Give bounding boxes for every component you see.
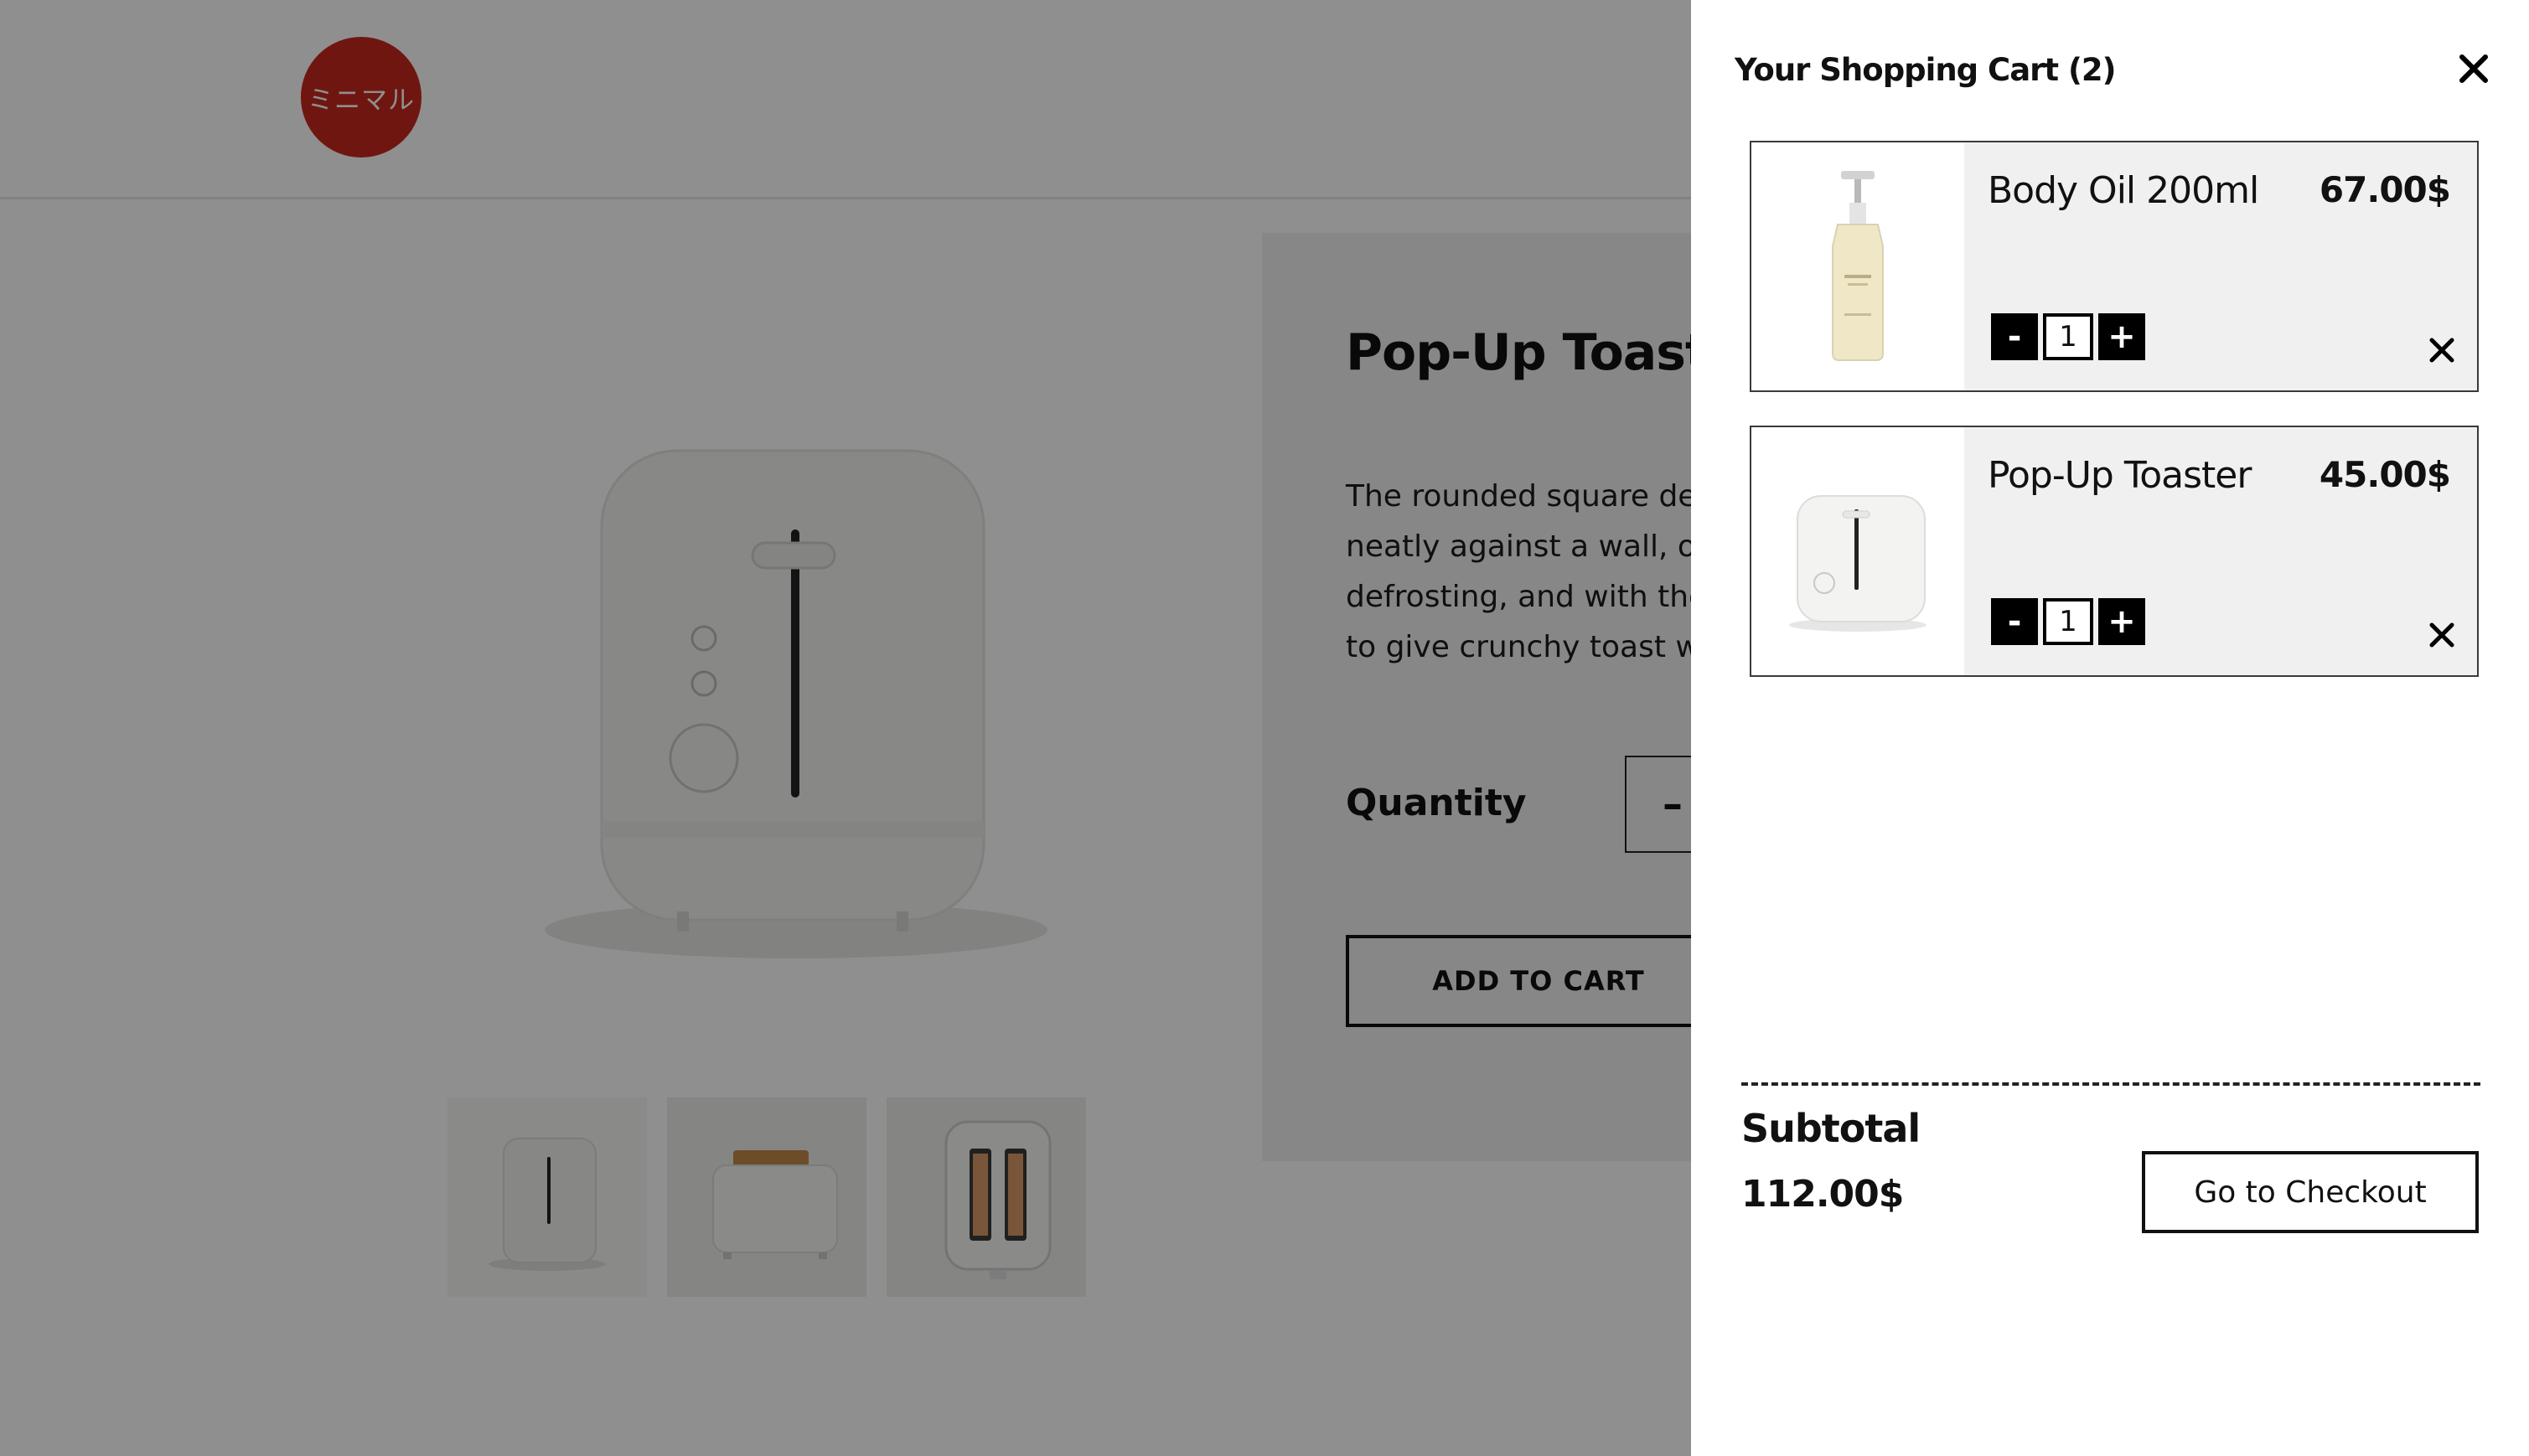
close-cart-button[interactable] xyxy=(2452,47,2495,90)
decrease-quantity-button[interactable]: - xyxy=(1991,313,2038,360)
subtotal-value: 112.00$ xyxy=(1741,1173,1904,1216)
body-oil-bottle-icon xyxy=(1832,171,1884,361)
cart-item-image xyxy=(1751,427,1964,675)
increase-quantity-button[interactable]: + xyxy=(2098,313,2145,360)
close-icon xyxy=(2459,54,2488,83)
subtotal-label: Subtotal xyxy=(1741,1106,1921,1151)
toaster-icon xyxy=(1789,495,1926,632)
checkout-button[interactable]: Go to Checkout xyxy=(2142,1151,2479,1233)
modal-backdrop[interactable] xyxy=(0,0,1691,1456)
cart-item-price: 45.00$ xyxy=(2319,454,2451,495)
quantity-stepper: - 1 + xyxy=(1991,313,2145,360)
cart-item: Pop-Up Toaster 45.00$ - 1 + xyxy=(1750,426,2479,677)
cart-item-name: Pop-Up Toaster xyxy=(1988,454,2252,497)
quantity-value[interactable]: 1 xyxy=(2043,598,2093,645)
remove-item-button[interactable] xyxy=(2423,617,2460,653)
cart-item: Body Oil 200ml 67.00$ - 1 + xyxy=(1750,141,2479,392)
remove-icon xyxy=(2429,338,2454,363)
remove-item-button[interactable] xyxy=(2423,332,2460,369)
remove-icon xyxy=(2429,622,2454,648)
shopping-cart-drawer: Your Shopping Cart (2) Body Oil 200ml 67… xyxy=(1691,0,2529,1456)
cart-title: Your Shopping Cart (2) xyxy=(1735,52,2117,88)
quantity-value[interactable]: 1 xyxy=(2043,313,2093,360)
decrease-quantity-button[interactable]: - xyxy=(1991,598,2038,645)
subtotal-divider xyxy=(1741,1082,2480,1086)
quantity-stepper: - 1 + xyxy=(1991,598,2145,645)
cart-item-name: Body Oil 200ml xyxy=(1988,169,2259,212)
increase-quantity-button[interactable]: + xyxy=(2098,598,2145,645)
cart-item-image xyxy=(1751,142,1964,390)
cart-item-price: 67.00$ xyxy=(2319,169,2451,210)
